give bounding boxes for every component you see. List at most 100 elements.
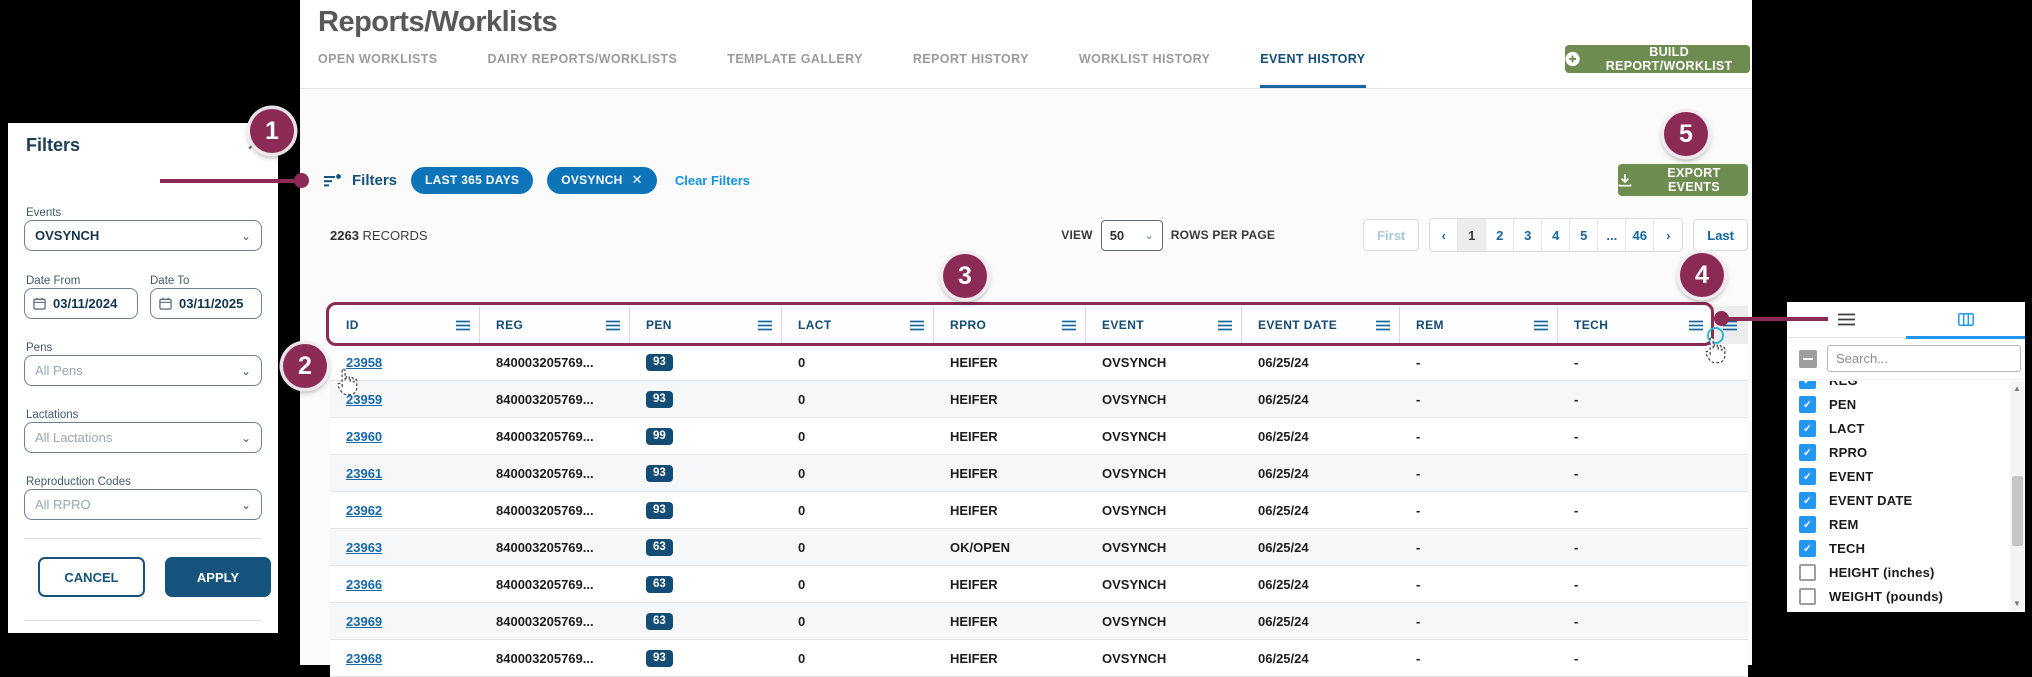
column-menu-icon[interactable] (758, 320, 772, 331)
callout-badge-5: 5 (1664, 112, 1708, 156)
row-settings-spacer (1712, 640, 1748, 676)
animal-id-link[interactable]: 23969 (346, 614, 382, 629)
animal-id-link[interactable]: 23960 (346, 429, 382, 444)
checkbox-checked[interactable]: ✓ (1799, 420, 1816, 437)
pagination-last-button[interactable]: Last (1693, 219, 1748, 251)
column-header-rem[interactable]: REM (1400, 306, 1558, 344)
animal-id-link[interactable]: 23962 (346, 503, 382, 518)
checkbox-checked[interactable]: ✓ (1799, 381, 1816, 389)
column-header-rpro[interactable]: RPRO (934, 306, 1086, 344)
pagination-ellipsis[interactable]: ... (1598, 219, 1626, 251)
tab-columns[interactable] (1906, 302, 2025, 337)
reproduction-codes-select[interactable]: All RPRO ⌄ (24, 489, 262, 520)
column-menu-icon[interactable] (1534, 320, 1548, 331)
row-settings-spacer (1712, 566, 1748, 602)
tab-open-worklists[interactable]: OPEN WORKLISTS (318, 52, 438, 88)
cell-event_date: 06/25/24 (1242, 381, 1400, 417)
events-select[interactable]: OVSYNCH ⌄ (24, 220, 262, 251)
column-option-lact[interactable]: ✓LACT (1799, 416, 2010, 440)
checkbox-checked[interactable]: ✓ (1799, 468, 1816, 485)
scrollbar[interactable]: ▲ ▼ (2010, 381, 2024, 611)
column-menu-icon[interactable] (1062, 320, 1076, 331)
hamburger-icon (1838, 313, 1855, 326)
pagination-page-2[interactable]: 2 (1486, 219, 1514, 251)
column-menu-icon[interactable] (1218, 320, 1232, 331)
column-header-reg[interactable]: REG (480, 306, 630, 344)
select-all-checkbox[interactable] (1799, 350, 1817, 368)
column-option-rem[interactable]: ✓REM (1799, 512, 2010, 536)
checkbox-unchecked[interactable] (1799, 588, 1816, 605)
column-option-tech[interactable]: ✓TECH (1799, 536, 2010, 560)
pagination-page-5[interactable]: 5 (1570, 219, 1598, 251)
column-option-height-inches[interactable]: HEIGHT (inches) (1799, 560, 2010, 584)
checkbox-checked[interactable]: ✓ (1799, 444, 1816, 461)
clear-filters-link[interactable]: Clear Filters (675, 173, 750, 188)
scroll-up-icon[interactable]: ▲ (2010, 381, 2024, 396)
pagination-page-4[interactable]: 4 (1542, 219, 1570, 251)
cell-rem: - (1400, 455, 1558, 491)
column-header-lact[interactable]: LACT (782, 306, 934, 344)
column-option-event-date[interactable]: ✓EVENT DATE (1799, 488, 2010, 512)
column-menu-icon[interactable] (1689, 320, 1703, 331)
cell-event_date: 06/25/24 (1242, 603, 1400, 639)
tab-report-history[interactable]: REPORT HISTORY (913, 52, 1029, 88)
chip-close-icon[interactable]: ✕ (632, 172, 643, 188)
pagination-first-button[interactable]: First (1363, 219, 1419, 251)
pagination-page-46[interactable]: 46 (1626, 219, 1654, 251)
column-menu-icon[interactable] (910, 320, 924, 331)
checkbox-checked[interactable]: ✓ (1799, 540, 1816, 557)
column-header-tech[interactable]: TECH (1558, 306, 1712, 344)
checkbox-checked[interactable]: ✓ (1799, 396, 1816, 413)
column-header-id[interactable]: ID (330, 306, 480, 344)
column-header-event[interactable]: EVENT (1086, 306, 1242, 344)
date-to-field[interactable]: 03/11/2025 (150, 288, 262, 319)
cell-pen: 99 (630, 418, 782, 454)
column-option-pen[interactable]: ✓PEN (1799, 392, 2010, 416)
cell-pen: 63 (630, 529, 782, 565)
apply-button[interactable]: APPLY (165, 557, 271, 597)
column-header-pen[interactable]: PEN (630, 306, 782, 344)
animal-id-link[interactable]: 23968 (346, 651, 382, 666)
column-search-input[interactable] (1827, 345, 2021, 372)
column-option-rpro[interactable]: ✓RPRO (1799, 440, 2010, 464)
checkbox-checked[interactable]: ✓ (1799, 516, 1816, 533)
pagination-prev-button[interactable]: ‹ (1430, 219, 1458, 251)
filter-icon[interactable] (323, 173, 342, 188)
animal-id-link[interactable]: 23966 (346, 577, 382, 592)
tab-template-gallery[interactable]: TEMPLATE GALLERY (727, 52, 863, 88)
filter-chip-last-365-days[interactable]: LAST 365 DAYS (411, 167, 533, 194)
tab-worklist-history[interactable]: WORKLIST HISTORY (1079, 52, 1210, 88)
column-menu-icon[interactable] (1376, 320, 1390, 331)
pen-badge: 93 (646, 354, 673, 371)
export-events-button[interactable]: EXPORT EVENTS (1618, 164, 1748, 196)
filter-chip-ovsynch[interactable]: OVSYNCH✕ (547, 167, 657, 194)
column-header-event-date[interactable]: EVENT DATE (1242, 306, 1400, 344)
scroll-down-icon[interactable]: ▼ (2010, 596, 2024, 611)
column-menu-icon[interactable] (606, 320, 620, 331)
column-menu-icon[interactable] (456, 320, 470, 331)
tab-event-history[interactable]: EVENT HISTORY (1260, 52, 1365, 88)
column-option-event[interactable]: ✓EVENT (1799, 464, 2010, 488)
cell-id: 23961 (330, 455, 480, 491)
lactations-select[interactable]: All Lactations ⌄ (24, 422, 262, 453)
cell-tech: - (1558, 492, 1712, 528)
build-report-worklist-button[interactable]: BUILD REPORT/WORKLIST (1565, 45, 1750, 73)
column-option-reg[interactable]: ✓REG (1799, 381, 2010, 392)
animal-id-link[interactable]: 23961 (346, 466, 382, 481)
column-option-weight-pounds[interactable]: WEIGHT (pounds) (1799, 584, 2010, 608)
animal-id-link[interactable]: 23963 (346, 540, 382, 555)
pagination-next-button[interactable]: › (1654, 219, 1682, 251)
rows-per-page-select[interactable]: 50 ⌄ (1101, 220, 1163, 251)
scrollbar-thumb[interactable] (2012, 476, 2023, 546)
row-settings-spacer (1712, 529, 1748, 565)
pagination-page-3[interactable]: 3 (1514, 219, 1542, 251)
checkbox-checked[interactable]: ✓ (1799, 492, 1816, 509)
pens-select[interactable]: All Pens ⌄ (24, 355, 262, 386)
cancel-button[interactable]: CANCEL (38, 557, 145, 597)
date-from-field[interactable]: 03/11/2024 (24, 288, 138, 319)
checkbox-unchecked[interactable] (1799, 564, 1816, 581)
callout-badge-2: 2 (283, 344, 327, 388)
pagination-page-1[interactable]: 1 (1458, 219, 1486, 251)
tab-dairy-reports-worklists[interactable]: DAIRY REPORTS/WORKLISTS (488, 52, 678, 88)
date-from-value: 03/11/2024 (53, 296, 117, 311)
